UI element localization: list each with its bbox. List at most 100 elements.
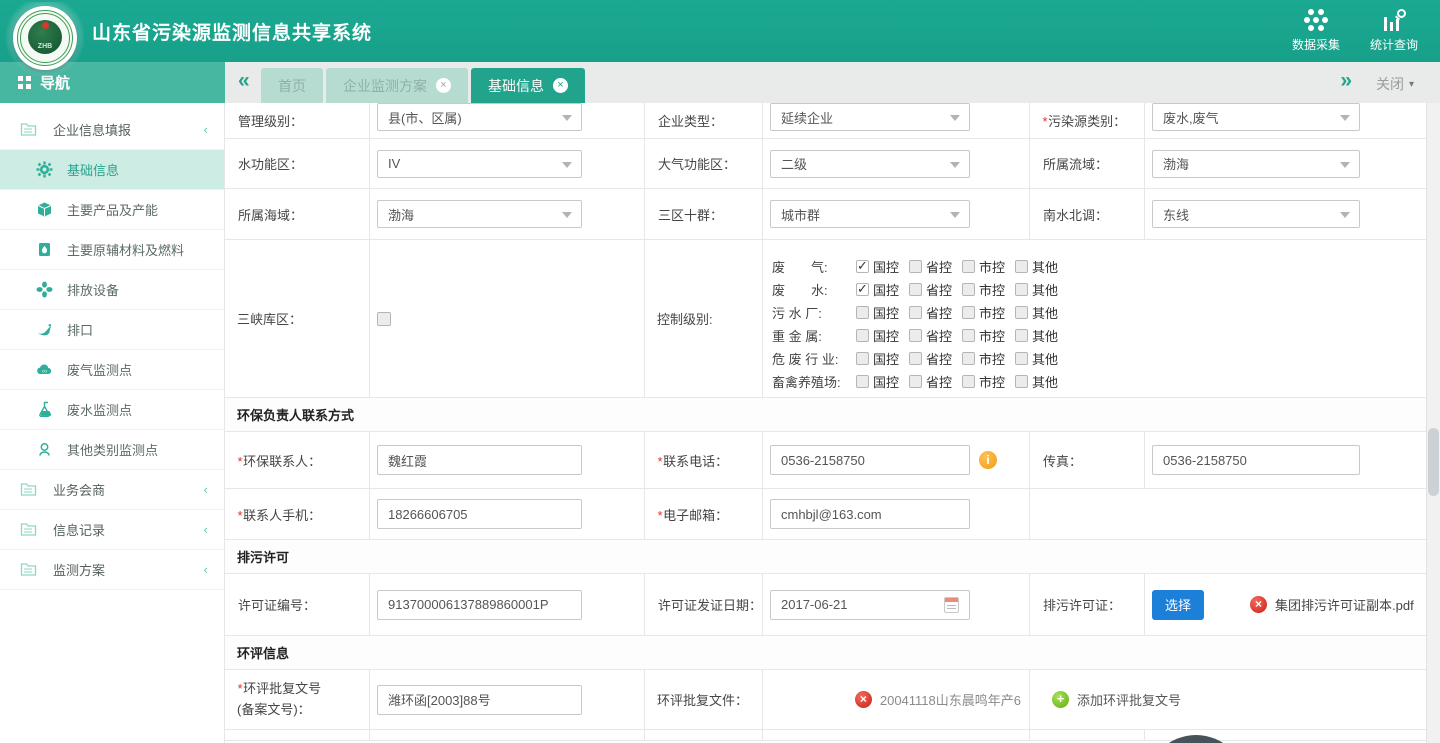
tabs-scroll-left-icon[interactable]: « [238,70,250,91]
sidebar-item-monitor-plan[interactable]: 监测方案 ‹ [0,550,224,590]
control-level-row: 废 气: 国控 省控 市控 其他 [772,255,1068,278]
permit-file-name[interactable]: 集团排污许可证副本.pdf [1275,595,1414,614]
checkbox[interactable] [856,283,869,296]
delete-file-icon[interactable]: × [855,691,872,708]
field-label: *联系电话： [657,451,728,470]
field-label: 所属流域： [1042,154,1108,173]
svg-text:co: co [42,369,47,374]
contact-mobile-input[interactable]: 18266606705 [377,499,582,529]
vertical-scrollbar[interactable] [1426,103,1440,743]
tabs-scroll-right-icon[interactable]: » [1340,70,1352,91]
sidebar-item-water-monitor-points[interactable]: 废水监测点 [0,390,224,430]
checkbox[interactable] [909,260,922,273]
checkbox[interactable] [962,329,975,342]
data-collect-button[interactable]: 数据采集 [1292,9,1340,53]
section-title-permit: 排污许可 [225,540,1426,574]
sidebar-item-info-records[interactable]: 信息记录 ‹ [0,510,224,550]
permit-date-input[interactable]: 2017-06-21 [770,590,970,620]
field-label: 三区十群： [657,205,723,224]
chevron-left-icon: ‹ [204,122,208,137]
tab-enterprise-monitor-plan[interactable]: 企业监测方案 × [326,68,468,103]
enterprise-type-select[interactable]: 延续企业 [770,103,970,131]
sidebar-item-business-consult[interactable]: 业务会商 ‹ [0,470,224,510]
tab-basic-info[interactable]: 基础信息 × [471,68,585,103]
checkbox[interactable] [1015,283,1028,296]
contact-phone-input[interactable]: 0536-2158750 [770,445,970,475]
basic-info-form: 管理级别： 县(市、区属) 企业类型： 延续企业 *污染源类别： 废水,废气 水… [225,103,1426,743]
checkbox[interactable] [1015,352,1028,365]
checkbox[interactable] [962,306,975,319]
email-input[interactable]: cmhbjl@163.com [770,499,970,529]
sidebar-item-basic-info[interactable]: 基础信息 [0,150,224,190]
choose-file-button[interactable]: 选择 [1152,590,1204,620]
checkbox[interactable] [856,352,869,365]
sidebar-item-outlets[interactable]: 排口 [0,310,224,350]
stats-query-button[interactable]: 统计查询 [1370,9,1418,53]
sidebar-item-products-capacity[interactable]: 主要产品及产能 [0,190,224,230]
field-label: 管理级别： [237,111,303,130]
eia-approval-number-input[interactable]: 潍环函[2003]88号 [377,685,582,715]
checkbox[interactable] [962,375,975,388]
chevron-left-icon: ‹ [204,562,208,577]
scrollbar-thumb[interactable] [1428,428,1439,496]
caret-down-icon: ▾ [1409,79,1414,90]
checkbox[interactable] [909,306,922,319]
south-north-water-select[interactable]: 东线 [1152,200,1360,228]
form-row-control-level: 三峡库区： 控制级别: 废 气: 国控 省控 市控 其他 废 水: 国控 省控 … [225,240,1426,398]
water-function-zone-select[interactable]: IV [377,150,582,178]
management-level-select[interactable]: 县(市、区属) [377,103,582,131]
checkbox[interactable] [962,260,975,273]
tab-home[interactable]: 首页 [261,68,323,103]
checkbox[interactable] [856,306,869,319]
sidebar-item-gas-monitor-points[interactable]: co 废气监测点 [0,350,224,390]
checkbox[interactable] [856,260,869,273]
three-gorges-checkbox[interactable] [377,312,391,326]
bar-chart-magnifier-icon [1382,9,1406,31]
flask-icon [36,401,53,418]
three-zones-ten-clusters-select[interactable]: 城市群 [770,200,970,228]
app-title: 山东省污染源监测信息共享系统 [92,18,372,45]
info-icon[interactable]: i [979,451,997,469]
eia-file-name[interactable]: 20041118山东晨鸣年产6 [880,690,1021,709]
sea-area-select[interactable]: 渤海 [377,200,582,228]
checkbox[interactable] [909,329,922,342]
calendar-icon[interactable] [944,597,959,613]
sidebar-item-other-monitor-points[interactable]: 其他类别监测点 [0,430,224,470]
field-label: 大气功能区： [657,154,736,173]
close-tab-icon[interactable]: × [436,78,451,93]
fan-icon [36,281,53,298]
permit-number-input[interactable]: 913700006137889860001P [377,590,582,620]
checkbox[interactable] [1015,260,1028,273]
add-eia-number-link[interactable]: 添加环评批复文号 [1077,690,1181,709]
control-level-row: 废 水: 国控 省控 市控 其他 [772,278,1068,301]
control-level-row: 危 废 行 业: 国控 省控 市控 其他 [772,347,1068,370]
river-basin-select[interactable]: 渤海 [1152,150,1360,178]
sidebar-item-raw-materials-fuel[interactable]: 主要原辅材料及燃料 [0,230,224,270]
checkbox[interactable] [962,352,975,365]
checkbox[interactable] [909,283,922,296]
form-row: 水功能区： IV 大气功能区： 二级 所属流域： 渤海 [225,139,1426,189]
fax-input[interactable]: 0536-2158750 [1152,445,1360,475]
sidebar-item-enterprise-info[interactable]: 企业信息填报 ‹ [0,110,224,150]
sidebar-item-emission-equipment[interactable]: 排放设备 [0,270,224,310]
checkbox[interactable] [856,329,869,342]
air-function-zone-select[interactable]: 二级 [770,150,970,178]
field-label: 所属海域： [237,205,303,224]
close-menu-button[interactable]: 关闭 ▾ [1376,74,1414,94]
checkbox[interactable] [909,375,922,388]
checkbox[interactable] [1015,375,1028,388]
add-icon[interactable]: + [1052,691,1069,708]
checkbox[interactable] [962,283,975,296]
control-level-row: 污 水 厂: 国控 省控 市控 其他 [772,301,1068,324]
delete-file-icon[interactable]: × [1250,596,1267,613]
control-level-row: 重 金 属: 国控 省控 市控 其他 [772,324,1068,347]
checkbox[interactable] [1015,329,1028,342]
pollution-source-type-select[interactable]: 废水,废气 [1152,103,1360,131]
header-actions: 数据采集 统计查询 [1292,9,1418,53]
checkbox[interactable] [909,352,922,365]
checkbox[interactable] [856,375,869,388]
env-contact-name-input[interactable]: 魏红霞 [377,445,582,475]
checkbox[interactable] [1015,306,1028,319]
close-tab-icon[interactable]: × [553,78,568,93]
cube-icon [36,201,53,218]
